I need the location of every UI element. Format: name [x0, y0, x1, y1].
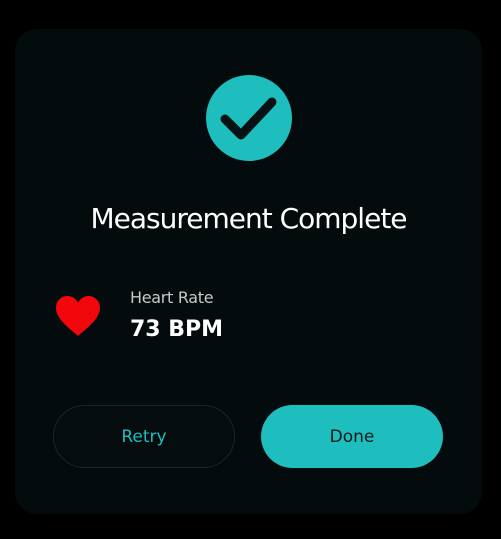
dialog-title: Measurement Complete [90, 202, 407, 235]
done-button-label: Done [329, 426, 375, 447]
retry-button[interactable]: Retry [53, 405, 235, 468]
retry-button-label: Retry [121, 426, 167, 447]
measurement-complete-dialog: Measurement Complete Heart Rate 73 BPM R… [15, 29, 482, 514]
checkmark-icon [206, 75, 292, 161]
heart-rate-label: Heart Rate [130, 288, 214, 307]
heart-icon [56, 296, 100, 336]
heart-rate-value: 73 BPM [130, 317, 224, 342]
done-button[interactable]: Done [261, 405, 443, 468]
